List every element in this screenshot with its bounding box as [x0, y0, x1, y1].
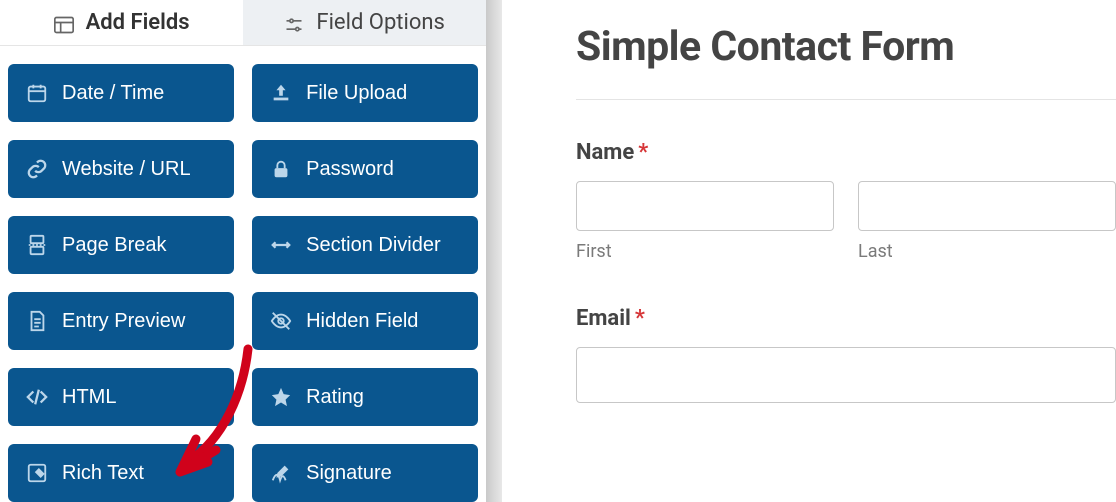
eye-slash-icon: [270, 310, 292, 332]
field-label: Rating: [306, 386, 364, 409]
form-divider: [576, 99, 1116, 100]
field-label: Entry Preview: [62, 310, 185, 333]
field-label: Section Divider: [306, 234, 441, 257]
rich-text-icon: [26, 462, 48, 484]
field-label: Website / URL: [62, 158, 191, 181]
form-fields-icon: [54, 15, 74, 31]
upload-icon: [270, 82, 292, 104]
field-website-url[interactable]: Website / URL: [8, 140, 234, 198]
form-preview: Simple Contact Form Name* First Last: [502, 0, 1116, 502]
tab-label: Field Options: [316, 10, 444, 35]
form-title[interactable]: Simple Contact Form: [576, 23, 1116, 71]
field-hidden-field[interactable]: Hidden Field: [252, 292, 478, 350]
email-field[interactable]: Email*: [576, 306, 1116, 403]
required-mark: *: [635, 306, 645, 331]
page-break-icon: [26, 234, 48, 256]
lock-icon: [270, 158, 292, 180]
last-name-input[interactable]: [858, 181, 1116, 231]
tab-add-fields[interactable]: Add Fields: [0, 0, 243, 45]
divider-icon: [270, 234, 292, 256]
document-icon: [26, 310, 48, 332]
signature-icon: [270, 462, 292, 484]
link-icon: [26, 158, 48, 180]
field-label: File Upload: [306, 82, 407, 105]
field-label: HTML: [62, 386, 116, 409]
field-label: Date / Time: [62, 82, 164, 105]
tab-field-options[interactable]: Field Options: [243, 0, 486, 45]
last-sublabel: Last: [858, 241, 1116, 262]
field-signature[interactable]: Signature: [252, 444, 478, 502]
code-icon: [26, 386, 48, 408]
name-field[interactable]: Name* First Last: [576, 140, 1116, 262]
field-entry-preview[interactable]: Entry Preview: [8, 292, 234, 350]
field-label: Page Break: [62, 234, 167, 257]
tab-label: Add Fields: [86, 10, 190, 35]
field-section-divider[interactable]: Section Divider: [252, 216, 478, 274]
panel-divider: [486, 0, 502, 502]
first-name-input[interactable]: [576, 181, 834, 231]
field-date-time[interactable]: Date / Time: [8, 64, 234, 122]
field-page-break[interactable]: Page Break: [8, 216, 234, 274]
email-label: Email*: [576, 306, 1116, 331]
email-input[interactable]: [576, 347, 1116, 403]
first-sublabel: First: [576, 241, 834, 262]
field-label: Password: [306, 158, 394, 181]
field-rich-text[interactable]: Rich Text: [8, 444, 234, 502]
field-rating[interactable]: Rating: [252, 368, 478, 426]
required-mark: *: [638, 140, 648, 165]
field-label: Signature: [306, 462, 392, 485]
sliders-icon: [284, 15, 304, 31]
field-label: Rich Text: [62, 462, 144, 485]
field-label: Hidden Field: [306, 310, 418, 333]
field-file-upload[interactable]: File Upload: [252, 64, 478, 122]
calendar-icon: [26, 82, 48, 104]
name-label: Name*: [576, 140, 1116, 165]
field-password[interactable]: Password: [252, 140, 478, 198]
star-icon: [270, 386, 292, 408]
field-html[interactable]: HTML: [8, 368, 234, 426]
